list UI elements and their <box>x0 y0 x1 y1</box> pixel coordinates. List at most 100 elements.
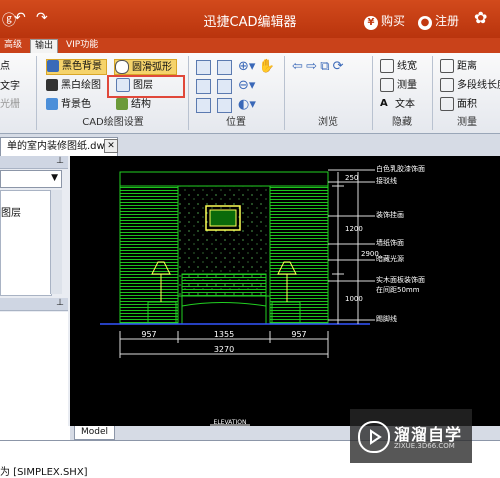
buy-label: 购买 <box>381 14 406 28</box>
refresh-icon[interactable]: ⟳ <box>333 59 344 74</box>
settings-icon[interactable]: ✿ <box>474 8 487 27</box>
distance-button[interactable]: 距离 <box>440 59 477 75</box>
menu-tabs: 高级 输出 VIP功能 <box>0 38 500 53</box>
dim-total: 3270 <box>214 345 234 354</box>
area-button[interactable]: 面积 <box>440 97 477 113</box>
annotation: 暗藏光源 <box>376 254 404 263</box>
fit-icon[interactable] <box>196 78 211 94</box>
annotation: 在间距50mm <box>376 285 420 294</box>
tab-advanced[interactable]: 高级 <box>0 39 26 52</box>
layer-list: 图层 <box>0 190 52 296</box>
black-background-button[interactable]: 黑色背景 <box>46 59 107 75</box>
file-tab-bar: 单的室内装修图纸.dwg <box>0 134 500 157</box>
background-color-label: 背景色 <box>61 99 91 110</box>
cad-drawing: 957 1355 957 3270 250 1200 2900 1000 白色乳… <box>100 164 425 426</box>
zoom-options-icon[interactable]: ◐▾ <box>238 97 256 112</box>
panel-header: ⊥ <box>0 156 68 169</box>
ribbon-text[interactable]: 文字 <box>0 79 20 95</box>
area-icon <box>440 97 454 111</box>
command-output: 为 [SIMPLEX.SHX] <box>0 467 88 478</box>
browse-group-label: 浏览 <box>318 117 338 128</box>
extents-icon[interactable] <box>217 78 232 94</box>
pin-icon[interactable]: ⊥ <box>56 298 64 308</box>
dim-right: 957 <box>291 330 306 339</box>
annotation: 踢脚线 <box>376 314 397 323</box>
text-toggle-button[interactable]: A 文本 <box>380 97 415 113</box>
separator <box>36 56 37 130</box>
structure-button[interactable]: 结构 <box>116 97 151 113</box>
chevron-down-icon[interactable]: ▼ <box>51 173 58 183</box>
ruler-icon <box>440 59 454 73</box>
scrollbar[interactable] <box>50 190 62 294</box>
hand-icon[interactable]: ✋ <box>259 59 275 74</box>
layer-combo[interactable]: ▼ <box>0 170 62 188</box>
line-width-icon <box>380 59 394 73</box>
back-arrow-icon[interactable]: ⇦ <box>292 59 303 74</box>
line-width-label: 线宽 <box>397 61 417 72</box>
position-group-label: 位置 <box>226 117 246 128</box>
black-white-label: 黑白绘图 <box>61 80 101 91</box>
layer-button[interactable]: 图层 <box>116 78 153 94</box>
watermark: 溜溜自学 ZIXUE.3D66.COM <box>350 409 472 463</box>
annotation: 墙纸饰面 <box>376 238 404 247</box>
dim-left: 957 <box>141 330 156 339</box>
yuan-icon: ¥ <box>364 16 378 30</box>
area-label: 面积 <box>457 99 477 110</box>
separator <box>432 56 433 130</box>
tab-output[interactable]: 输出 <box>30 39 59 53</box>
bw-icon <box>46 79 58 91</box>
smooth-arc-label: 圆滑弧形 <box>132 62 172 73</box>
buy-button[interactable]: ¥ 购买 <box>364 12 405 30</box>
position-tools: ⊕▾ ✋ ⊖▾ ◐▾ <box>196 59 275 116</box>
painting <box>209 209 237 227</box>
polyline-icon <box>440 78 454 92</box>
hide-group-label: 隐藏 <box>392 117 412 128</box>
file-tab[interactable]: 单的室内装修图纸.dwg <box>0 137 119 156</box>
measure-toggle-label: 测量 <box>397 80 417 91</box>
watermark-url: ZIXUE.3D66.COM <box>394 442 455 450</box>
separator <box>188 56 189 130</box>
background-color-button[interactable]: 背景色 <box>46 97 91 113</box>
left-panel: ⊥ ▼ 图层 ⊥ <box>0 156 71 426</box>
smooth-arc-button[interactable]: 圆滑弧形 <box>114 59 177 75</box>
register-label: 注册 <box>435 14 460 28</box>
list-item[interactable]: 图层 <box>1 207 21 221</box>
black-background-label: 黑色背景 <box>62 61 102 72</box>
separator <box>284 56 285 130</box>
zoom-out-icon[interactable]: ⊖▾ <box>238 78 255 93</box>
annotation: 实木面板装饰面 <box>376 275 425 284</box>
zoom-in-icon[interactable]: ⊕▾ <box>238 59 255 74</box>
line-width-button[interactable]: 线宽 <box>380 59 417 75</box>
background-icon <box>47 60 59 72</box>
color-icon <box>46 98 58 110</box>
model-tab[interactable]: Model <box>74 426 116 440</box>
realtime-zoom-icon[interactable] <box>217 97 232 113</box>
top-band <box>119 171 329 187</box>
annotation: 接驳线 <box>376 176 397 185</box>
structure-label: 结构 <box>131 99 151 110</box>
black-white-draw-button[interactable]: 黑白绘图 <box>46 78 101 94</box>
bed <box>181 295 267 325</box>
measure-toggle-button[interactable]: 测量 <box>380 78 417 94</box>
tab-vip[interactable]: VIP功能 <box>62 39 102 52</box>
annotation: 白色乳胶漆饰面 <box>376 164 425 173</box>
dim-center: 1355 <box>214 330 234 339</box>
forward-arrow-icon[interactable]: ⇨ <box>306 59 317 74</box>
register-button[interactable]: ● 注册 <box>418 12 459 30</box>
pan-icon[interactable] <box>196 59 211 75</box>
pin-icon[interactable]: ⊥ <box>56 156 64 166</box>
view-icon[interactable]: ⧉ <box>320 59 329 74</box>
ribbon-point[interactable]: 点 <box>0 59 10 75</box>
layer-label: 图层 <box>133 80 153 91</box>
zoom-window-icon[interactable] <box>217 59 232 75</box>
text-toggle-label: 文本 <box>395 99 415 110</box>
polyline-length-button[interactable]: 多段线长度 <box>440 78 500 94</box>
draw-settings-group-label: CAD绘图设置 <box>82 117 144 128</box>
user-icon: ● <box>418 16 432 30</box>
ribbon-raster[interactable]: 光栅 <box>0 97 20 113</box>
drawing-canvas[interactable]: 957 1355 957 3270 250 1200 2900 1000 白色乳… <box>70 156 500 426</box>
arc-icon <box>115 60 129 74</box>
dim-h2: 1200 <box>345 225 363 233</box>
rotate-icon[interactable] <box>196 97 211 113</box>
close-icon[interactable]: ✕ <box>104 139 118 153</box>
